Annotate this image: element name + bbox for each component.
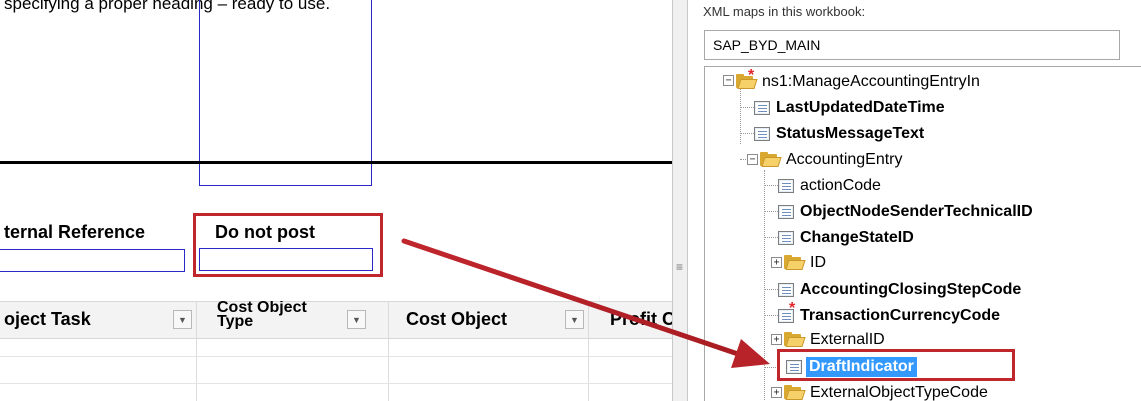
table-row	[0, 356, 672, 357]
collapse-toggle[interactable]: −	[747, 154, 758, 165]
element-icon	[778, 230, 794, 245]
expand-toggle[interactable]: +	[771, 387, 782, 398]
tree-node-action-code[interactable]: actionCode	[778, 173, 881, 198]
tree-node-label: ID	[810, 253, 826, 271]
tree-node-label: ns1:ManageAccountingEntryIn	[762, 72, 980, 90]
tree-line	[764, 237, 778, 238]
tree-node-label: TransactionCurrencyCode	[800, 306, 1001, 324]
tree-node-external-object-type[interactable]: ExternalObjectTypeCode	[784, 380, 988, 401]
expand-toggle[interactable]: +	[771, 257, 782, 268]
pane-splitter[interactable]: ≡	[672, 0, 688, 401]
external-reference-cell[interactable]	[0, 249, 185, 272]
tree-node-label: ExternalObjectTypeCode	[810, 383, 988, 401]
column-header-project-task: oject Task	[4, 309, 91, 329]
column-header-cost-object-type: Cost Object Type	[217, 301, 307, 329]
tree-node-object-node[interactable]: ObjectNodeSenderTechnicalID	[778, 199, 1033, 224]
splitter-grip-icon: ≡	[676, 260, 683, 274]
tree-line	[764, 367, 778, 368]
tree-line	[740, 133, 754, 134]
sheet-divider-line	[0, 161, 672, 164]
tree-node-last-updated[interactable]: LastUpdatedDateTime	[754, 95, 945, 120]
tree-node-label: StatusMessageText	[776, 124, 925, 142]
xml-map-selector[interactable]: SAP_BYD_MAIN	[704, 30, 1120, 60]
tree-node-root[interactable]: * ns1:ManageAccountingEntryIn	[736, 67, 980, 94]
tree-line	[764, 211, 778, 212]
collapse-toggle[interactable]: −	[723, 75, 734, 86]
column-header-cost-object: Cost Object	[406, 309, 508, 329]
folder-icon	[784, 332, 806, 347]
element-icon: *	[778, 300, 795, 323]
column-divider	[388, 301, 389, 401]
tree-node-label: ChangeStateID	[800, 228, 914, 246]
highlight-box-draft-indicator	[777, 349, 1015, 381]
column-divider	[196, 301, 197, 401]
tree-node-accounting-entry[interactable]: AccountingEntry	[760, 147, 903, 172]
highlight-box-do-not-post	[193, 213, 383, 277]
tree-node-status-message[interactable]: StatusMessageText	[754, 121, 924, 146]
element-icon	[754, 126, 770, 141]
tree-node-label: ExternalID	[810, 330, 885, 348]
expand-toggle[interactable]: +	[771, 334, 782, 345]
tree-node-closing-step[interactable]: AccountingClosingStepCode	[778, 277, 1021, 302]
tree-node-currency[interactable]: * TransactionCurrencyCode	[778, 300, 1001, 328]
tree-line	[764, 170, 765, 400]
filter-dropdown-icon[interactable]: ▼	[347, 310, 366, 329]
xml-source-pane: XML maps in this workbook: SAP_BYD_MAIN …	[688, 0, 1141, 401]
attribute-icon	[778, 178, 794, 193]
xml-maps-label: XML maps in this workbook:	[703, 4, 866, 19]
tree-node-label: LastUpdatedDateTime	[776, 98, 945, 116]
required-star-icon: *	[748, 67, 755, 84]
folder-icon: *	[736, 67, 758, 89]
tree-node-label: AccountingClosingStepCode	[800, 280, 1022, 298]
element-icon	[754, 100, 770, 115]
tree-line	[764, 315, 778, 316]
filter-dropdown-icon[interactable]: ▼	[173, 310, 192, 329]
tree-node-label: actionCode	[800, 176, 881, 194]
filter-dropdown-icon[interactable]: ▼	[565, 310, 584, 329]
tree-node-label: ObjectNodeSenderTechnicalID	[800, 202, 1033, 220]
folder-icon	[760, 152, 782, 167]
tree-line	[764, 185, 778, 186]
folder-icon	[784, 385, 806, 400]
tree-line	[740, 107, 754, 108]
table-row	[0, 383, 672, 384]
column-header-profit-center: Profit C	[610, 309, 672, 329]
element-icon	[778, 282, 794, 297]
tree-node-change-state[interactable]: ChangeStateID	[778, 225, 914, 250]
spreadsheet-area: specifying a proper heading – ready to u…	[0, 0, 672, 401]
tree-node-label: AccountingEntry	[786, 150, 903, 168]
tree-line	[764, 289, 778, 290]
element-icon	[778, 204, 794, 219]
selected-cell-range[interactable]	[199, 0, 372, 186]
required-star-icon: *	[789, 299, 796, 317]
tree-line	[740, 86, 741, 144]
tree-node-id[interactable]: ID	[784, 250, 826, 275]
external-reference-header: ternal Reference	[4, 222, 146, 242]
folder-icon	[784, 255, 806, 270]
column-divider	[588, 301, 589, 401]
